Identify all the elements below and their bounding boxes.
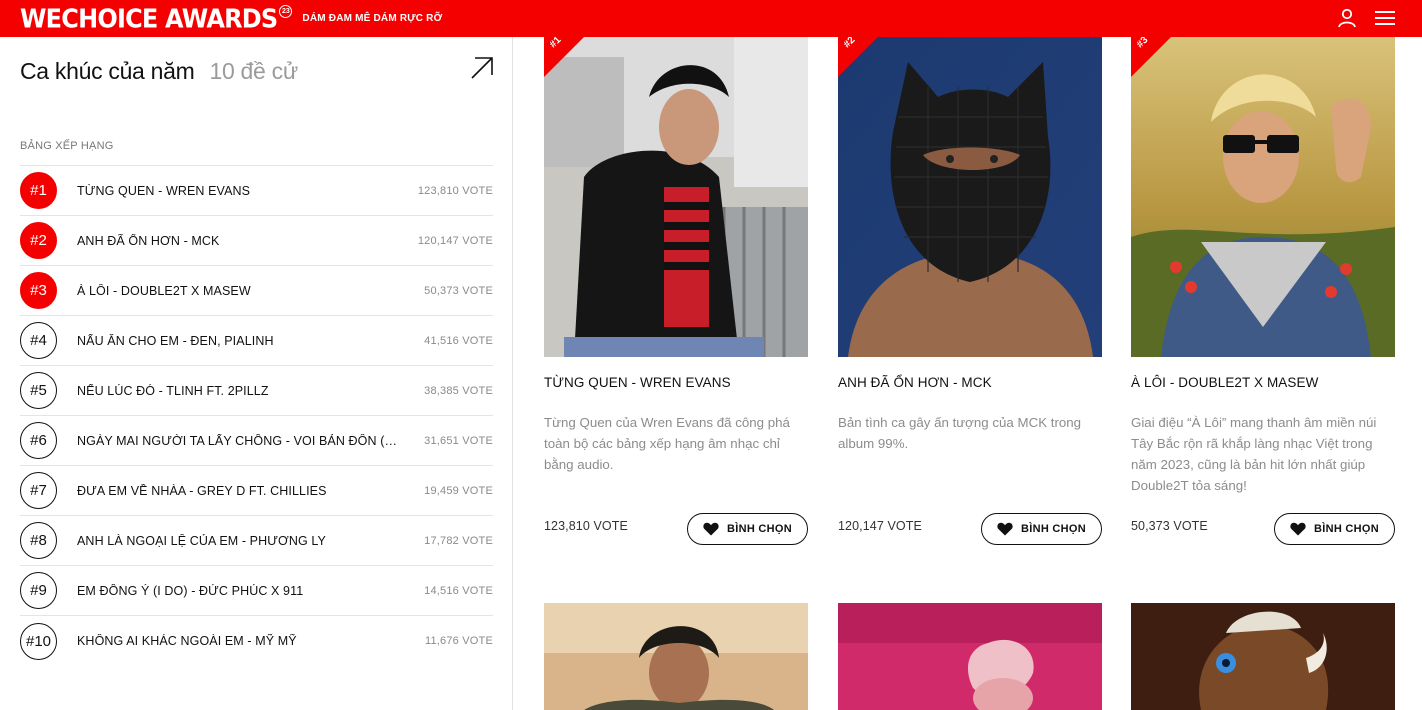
song-name: TỪNG QUEN - WREN EVANS <box>77 183 251 198</box>
rank-badge: #5 <box>20 372 57 409</box>
vote-count: 14,516 VOTE <box>424 584 493 597</box>
vote-count: 50,373 VOTE <box>424 284 493 297</box>
ranking-label: BẢNG XẾP HẠNG <box>20 140 114 152</box>
card-title[interactable]: ANH ĐÃ ỔN HƠN - MCK <box>838 375 992 390</box>
card-description: Từng Quen của Wren Evans đã công phá toà… <box>544 415 790 472</box>
vote-button-label: BÌNH CHỌN <box>726 523 793 535</box>
vote-count: 123,810 VOTE <box>417 184 493 197</box>
card-title[interactable]: TỪNG QUEN - WREN EVANS <box>544 375 731 390</box>
rank-badge: #7 <box>20 472 57 509</box>
vote-count: 17,782 VOTE <box>424 534 493 547</box>
vote-button-label: BÌNH CHỌN <box>1020 523 1087 535</box>
vote-button-label: BÌNH CHỌN <box>1313 523 1380 535</box>
heart-icon <box>1290 522 1306 536</box>
logo-text: WECHOICE AWARDS <box>20 3 278 34</box>
site-tagline: DÁM ĐAM MÊ DÁM RỰC RỠ <box>302 13 443 24</box>
rank-badge: #6 <box>20 422 57 459</box>
card-description: Bản tình ca gây ấn tượng của MCK trong a… <box>838 415 1082 451</box>
vote-count: 31,651 VOTE <box>424 434 493 447</box>
vote-count: 41,516 VOTE <box>424 334 493 347</box>
site-logo[interactable]: WECHOICE AWARDS <box>20 3 278 34</box>
vote-count: 38,385 VOTE <box>424 384 493 397</box>
top-header-bar: WECHOICE AWARDS 23 DÁM ĐAM MÊ DÁM RỰC RỠ <box>0 0 1422 37</box>
vote-button[interactable]: BÌNH CHỌN <box>981 513 1102 545</box>
vote-count: 11,676 VOTE <box>424 635 493 647</box>
song-name: NẾU LÚC ĐÓ - TLINH FT. 2PILLZ <box>77 383 269 398</box>
song-name: NGÀY MAI NGƯỜI TA LẤY CHỒNG - VOI BẢN ĐÔ… <box>77 433 399 448</box>
vote-count: 120,147 VOTE <box>417 234 493 247</box>
ranking-row[interactable]: #3 À LÔI - DOUBLE2T X MASEW 50,373 VOTE <box>20 266 493 316</box>
card-vote-count: 123,810 VOTE <box>544 519 628 533</box>
card-vote-count: 120,147 VOTE <box>838 519 922 533</box>
expand-arrow-icon[interactable] <box>470 56 494 80</box>
card-description: Giai điệu “À Lôi” mang thanh âm miền núi… <box>1131 415 1377 493</box>
vote-count: 19,459 VOTE <box>424 484 493 497</box>
rank-badge: #3 <box>20 272 57 309</box>
user-account-icon[interactable] <box>1336 7 1358 29</box>
nominee-photo[interactable] <box>544 603 808 710</box>
nominee-photo[interactable]: #3 <box>1131 37 1395 357</box>
ranking-row[interactable]: #4 NẤU ĂN CHO EM - ĐEN, PIALINH 41,516 V… <box>20 316 493 366</box>
ranking-row[interactable]: #7 ĐƯA EM VỀ NHÀA - GREY D FT. CHILLIES … <box>20 466 493 516</box>
rank-badge: #10 <box>20 622 57 660</box>
nominee-photo[interactable]: #2 <box>838 37 1102 357</box>
rank-badge: #2 <box>20 222 57 259</box>
heart-icon <box>997 522 1013 536</box>
card-vote-count: 50,373 VOTE <box>1131 519 1208 533</box>
ranking-row[interactable]: #10 KHÔNG AI KHÁC NGOÀI EM - MỸ MỸ 11,67… <box>20 616 493 666</box>
ranking-panel: Ca khúc của năm 10 đề cử BẢNG XẾP HẠNG #… <box>0 37 513 710</box>
card-title[interactable]: À LÔI - DOUBLE2T X MASEW <box>1131 375 1318 390</box>
vote-button[interactable]: BÌNH CHỌN <box>1274 513 1395 545</box>
ranking-list: #1 TỪNG QUEN - WREN EVANS 123,810 VOTE #… <box>20 165 493 666</box>
ranking-row[interactable]: #6 NGÀY MAI NGƯỜI TA LẤY CHỒNG - VOI BẢN… <box>20 416 493 466</box>
nominee-photo[interactable] <box>1131 603 1395 710</box>
song-name: ANH ĐÃ ỔN HƠN - MCK <box>77 233 220 248</box>
category-heading: Ca khúc của năm 10 đề cử <box>20 58 298 85</box>
song-name: À LÔI - DOUBLE2T X MASEW <box>77 283 251 298</box>
ranking-row[interactable]: #2 ANH ĐÃ ỔN HƠN - MCK 120,147 VOTE <box>20 216 493 266</box>
song-name: KHÔNG AI KHÁC NGOÀI EM - MỸ MỸ <box>77 634 297 648</box>
rank-badge: #4 <box>20 322 57 359</box>
nominee-photo[interactable] <box>838 603 1102 710</box>
song-name: ANH LÀ NGOẠI LỆ CỦA EM - PHƯƠNG LY <box>77 533 326 548</box>
ranking-row[interactable]: #5 NẾU LÚC ĐÓ - TLINH FT. 2PILLZ 38,385 … <box>20 366 493 416</box>
logo-edition-badge: 23 <box>279 5 293 18</box>
rank-badge: #9 <box>20 572 57 609</box>
song-name: NẤU ĂN CHO EM - ĐEN, PIALINH <box>77 333 274 348</box>
category-title: Ca khúc của năm <box>20 58 195 84</box>
nominee-count: 10 đề cử <box>209 58 298 84</box>
song-name: ĐƯA EM VỀ NHÀA - GREY D FT. CHILLIES <box>77 483 327 498</box>
nominee-photo[interactable]: #1 <box>544 37 808 357</box>
vote-button[interactable]: BÌNH CHỌN <box>687 513 808 545</box>
rank-badge: #1 <box>20 172 57 209</box>
heart-icon <box>703 522 719 536</box>
ranking-row[interactable]: #9 EM ĐỒNG Ý (I DO) - ĐỨC PHÚC X 911 14,… <box>20 566 493 616</box>
hamburger-menu-icon[interactable] <box>1374 7 1396 29</box>
rank-badge: #8 <box>20 522 57 559</box>
ranking-row[interactable]: #1 TỪNG QUEN - WREN EVANS 123,810 VOTE <box>20 166 493 216</box>
song-name: EM ĐỒNG Ý (I DO) - ĐỨC PHÚC X 911 <box>77 583 304 598</box>
ranking-row[interactable]: #8 ANH LÀ NGOẠI LỆ CỦA EM - PHƯƠNG LY 17… <box>20 516 493 566</box>
